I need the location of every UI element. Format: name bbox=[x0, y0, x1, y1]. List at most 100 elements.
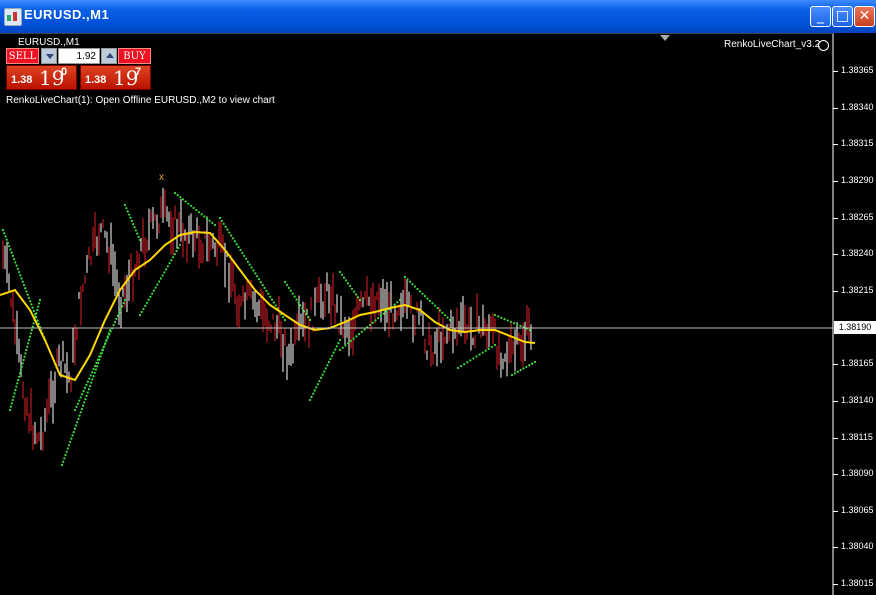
trail-dot bbox=[416, 287, 419, 291]
trail-dot bbox=[125, 207, 128, 210]
trail-dot bbox=[469, 359, 472, 362]
trail-dot bbox=[377, 317, 380, 320]
trail-dot bbox=[208, 219, 211, 222]
trail-dot bbox=[15, 264, 18, 267]
buy-button[interactable]: BUY bbox=[118, 48, 151, 64]
trail-dot bbox=[441, 311, 444, 314]
trail-dot bbox=[5, 238, 8, 241]
trail-dot bbox=[10, 402, 13, 405]
trail-dot bbox=[171, 256, 175, 259]
trail-dot bbox=[99, 352, 102, 355]
trail-dot bbox=[70, 437, 73, 440]
trail-dot bbox=[360, 330, 363, 333]
trail-dot bbox=[287, 286, 290, 289]
shift-marker-icon[interactable] bbox=[660, 35, 670, 41]
trail-dot bbox=[500, 316, 503, 319]
trail-dot bbox=[25, 290, 28, 293]
trail-dot bbox=[81, 404, 85, 407]
trail-dot bbox=[20, 277, 23, 280]
trail-dot bbox=[438, 309, 442, 312]
trail-dot bbox=[16, 267, 19, 270]
trail-dot bbox=[91, 371, 94, 374]
trail-dot bbox=[350, 287, 354, 290]
trail-dot bbox=[38, 298, 42, 302]
bid-prefix: 1.38 bbox=[11, 74, 33, 86]
trail-dot bbox=[69, 440, 72, 444]
trail-dot bbox=[338, 338, 342, 342]
sell-button[interactable]: SELL bbox=[6, 48, 39, 64]
trail-dot bbox=[411, 283, 414, 286]
trail-dot bbox=[115, 317, 118, 320]
trail-dot bbox=[23, 355, 26, 358]
trail-dot bbox=[29, 332, 33, 335]
trail-dot bbox=[27, 296, 31, 300]
trail-dot bbox=[459, 364, 463, 368]
trail-dot bbox=[10, 251, 13, 254]
price-tick: 1.38315 bbox=[841, 138, 874, 149]
price-tick-mark bbox=[833, 144, 838, 146]
lot-decrease-button[interactable] bbox=[41, 48, 57, 64]
lot-size-input[interactable]: 1.92 bbox=[58, 48, 100, 64]
trail-dot bbox=[354, 293, 358, 296]
trail-dot bbox=[237, 246, 240, 249]
trail-dot bbox=[332, 351, 335, 354]
lot-increase-button[interactable] bbox=[101, 48, 117, 64]
moving-average-line bbox=[0, 230, 536, 382]
trail-dot bbox=[96, 358, 99, 361]
chevron-down-icon bbox=[46, 54, 54, 59]
price-tick: 1.38015 bbox=[841, 578, 874, 589]
bid-price-button[interactable]: 1.38 19 0 bbox=[6, 65, 77, 90]
trail-dot bbox=[393, 303, 396, 306]
trail-dot bbox=[73, 408, 77, 412]
ask-price-button[interactable]: 1.38 19 7 bbox=[80, 65, 151, 90]
trail-dot bbox=[13, 258, 16, 261]
trail-dot bbox=[37, 305, 40, 308]
trail-dot bbox=[84, 398, 87, 401]
trail-dot bbox=[516, 370, 519, 373]
trail-dot bbox=[436, 306, 439, 310]
trail-dot bbox=[89, 374, 92, 377]
trail-dot bbox=[8, 408, 12, 412]
trail-dot bbox=[130, 219, 133, 223]
trail-dot bbox=[475, 355, 478, 358]
trail-dot bbox=[60, 463, 64, 467]
trail-dot bbox=[91, 378, 94, 381]
trail-dot bbox=[113, 320, 117, 324]
trail-dot bbox=[426, 297, 429, 300]
trail-dot bbox=[109, 330, 112, 333]
price-tick-mark bbox=[833, 107, 838, 109]
trail-dot bbox=[224, 225, 227, 228]
trail-dot bbox=[323, 370, 326, 373]
trail-dot bbox=[166, 265, 169, 268]
trail-dot bbox=[250, 266, 253, 269]
trail-dot bbox=[248, 263, 251, 266]
trail-dot bbox=[261, 283, 264, 287]
trail-dot bbox=[241, 251, 244, 255]
candle-bars bbox=[2, 187, 532, 452]
trail-dot bbox=[357, 332, 361, 336]
trail-dot bbox=[493, 343, 497, 347]
trail-dot bbox=[71, 434, 74, 437]
trail-dot bbox=[85, 394, 88, 397]
trail-dot bbox=[513, 372, 516, 375]
trail-dot bbox=[95, 361, 98, 364]
trail-dot bbox=[138, 313, 142, 317]
trail-dot bbox=[164, 268, 168, 271]
trail-dot bbox=[308, 318, 312, 322]
trail-dot bbox=[205, 217, 209, 220]
trail-dot bbox=[30, 328, 33, 332]
trail-dot bbox=[32, 322, 35, 325]
trail-dot bbox=[132, 222, 135, 226]
indicator-name: RenkoLiveChart_v3.2 bbox=[724, 39, 821, 50]
price-tick-mark bbox=[833, 474, 838, 476]
trail-dot bbox=[239, 248, 242, 252]
trail-dot bbox=[16, 382, 19, 385]
trail-dot bbox=[283, 318, 287, 322]
trail-dot bbox=[83, 386, 87, 390]
chevron-up-icon bbox=[106, 53, 114, 58]
trail-dot bbox=[75, 405, 78, 408]
trail-dot bbox=[267, 292, 270, 295]
trail-dot bbox=[79, 411, 82, 414]
trail-dot bbox=[274, 304, 277, 307]
price-tick: 1.38265 bbox=[841, 211, 874, 222]
